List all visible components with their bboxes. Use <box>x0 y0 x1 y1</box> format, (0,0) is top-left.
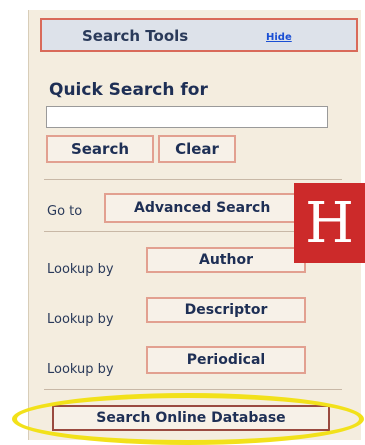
divider <box>44 179 342 180</box>
lookup-periodical-label: Lookup by <box>47 362 114 377</box>
clear-button[interactable]: Clear <box>158 135 236 163</box>
quick-search-input[interactable] <box>46 106 328 128</box>
panel-header: Search Tools Hide <box>40 18 358 52</box>
author-button[interactable]: Author <box>146 247 306 273</box>
descriptor-button[interactable]: Descriptor <box>146 297 306 323</box>
panel-title: Search Tools <box>82 27 189 45</box>
lookup-author-label: Lookup by <box>47 262 114 277</box>
quick-search-label: Quick Search for <box>49 80 208 100</box>
goto-label: Go to <box>47 204 83 219</box>
periodical-button[interactable]: Periodical <box>146 346 306 374</box>
hide-link[interactable]: Hide <box>266 32 292 43</box>
h-letter-badge: H <box>294 183 365 263</box>
lookup-descriptor-label: Lookup by <box>47 312 114 327</box>
highlight-ring <box>12 393 364 445</box>
divider <box>44 389 342 390</box>
search-button[interactable]: Search <box>46 135 154 163</box>
